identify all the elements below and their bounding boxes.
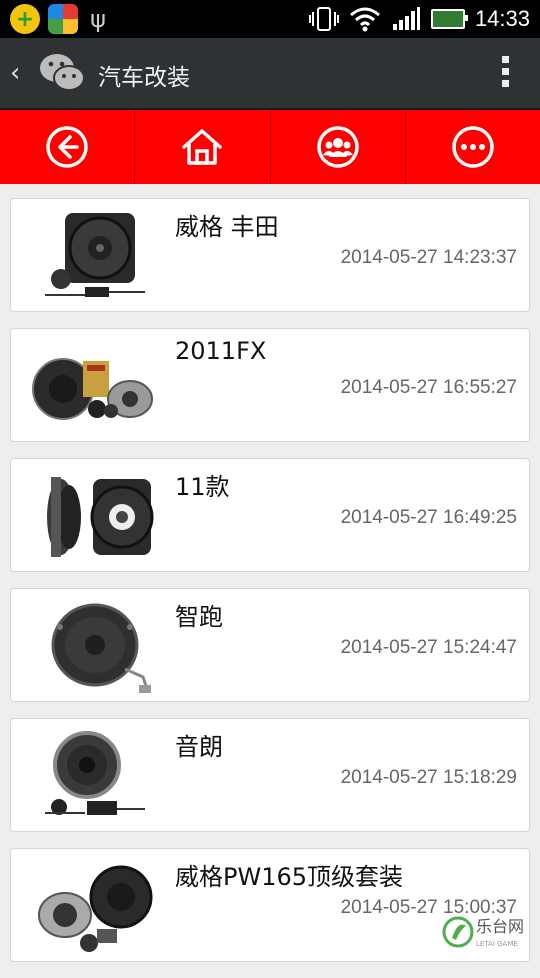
people-icon bbox=[316, 125, 360, 169]
battery-icon bbox=[431, 9, 465, 29]
speaker-thumbnail bbox=[25, 337, 155, 435]
speaker-thumbnail bbox=[25, 467, 155, 565]
watermark-sub: LETAI GAME bbox=[476, 940, 518, 948]
list-item[interactable]: 音朗 2014-05-27 15:18:29 bbox=[10, 718, 530, 832]
item-title: 音朗 bbox=[175, 727, 223, 762]
item-date: 2014-05-27 14:23:37 bbox=[341, 247, 517, 269]
more-icon[interactable] bbox=[502, 56, 510, 92]
notification-icons: + ψ bbox=[10, 4, 110, 34]
list-item[interactable]: 威格 丰田 2014-05-27 14:23:37 bbox=[10, 198, 530, 312]
list-item[interactable]: 11款 2014-05-27 16:49:25 bbox=[10, 458, 530, 572]
item-title: 智跑 bbox=[175, 597, 223, 632]
item-date: 2014-05-27 15:18:29 bbox=[341, 767, 517, 789]
vibrate-icon bbox=[309, 6, 339, 32]
signal-icon bbox=[391, 6, 421, 32]
title-bar: ‹ 汽车改装 bbox=[0, 38, 540, 110]
usb-icon: ψ bbox=[86, 4, 110, 34]
status-icons: 14:33 bbox=[309, 0, 530, 38]
app-notification-icon: + bbox=[10, 4, 40, 34]
item-title: 威格PW165顶级套装 bbox=[175, 857, 403, 892]
list-item[interactable]: 2011FX 2014-05-27 16:55:27 bbox=[10, 328, 530, 442]
speaker-thumbnail bbox=[25, 207, 155, 305]
watermark-text: 乐台网 bbox=[476, 917, 524, 936]
circle-arrow-left-icon bbox=[45, 125, 89, 169]
item-date: 2014-05-27 15:24:47 bbox=[341, 637, 517, 659]
item-date: 2014-05-27 16:55:27 bbox=[341, 377, 517, 399]
article-list: 威格 丰田 2014-05-27 14:23:37 2011FX 2014-05… bbox=[10, 198, 530, 978]
back-icon[interactable]: ‹ bbox=[10, 58, 20, 88]
nav-back-button[interactable] bbox=[0, 110, 135, 184]
nav-more-button[interactable] bbox=[406, 110, 540, 184]
app-store-icon bbox=[48, 4, 78, 34]
nav-contacts-button[interactable] bbox=[271, 110, 406, 184]
speaker-thumbnail bbox=[25, 857, 155, 955]
item-title: 11款 bbox=[175, 467, 230, 502]
watermark-logo: 乐台网 LETAI GAME bbox=[442, 912, 532, 952]
nav-home-button[interactable] bbox=[135, 110, 270, 184]
wifi-icon bbox=[349, 6, 381, 32]
item-date: 2014-05-27 16:49:25 bbox=[341, 507, 517, 529]
wechat-icon bbox=[38, 52, 86, 94]
speaker-thumbnail bbox=[25, 727, 155, 825]
item-title: 2011FX bbox=[175, 337, 266, 365]
home-icon bbox=[180, 125, 224, 169]
clock: 14:33 bbox=[475, 6, 530, 32]
item-title: 威格 丰田 bbox=[175, 207, 279, 242]
ellipsis-circle-icon bbox=[451, 125, 495, 169]
list-item[interactable]: 智跑 2014-05-27 15:24:47 bbox=[10, 588, 530, 702]
speaker-thumbnail bbox=[25, 597, 155, 695]
status-bar: + ψ 14:33 bbox=[0, 0, 540, 38]
page-title: 汽车改装 bbox=[98, 58, 190, 92]
nav-bar bbox=[0, 110, 540, 184]
